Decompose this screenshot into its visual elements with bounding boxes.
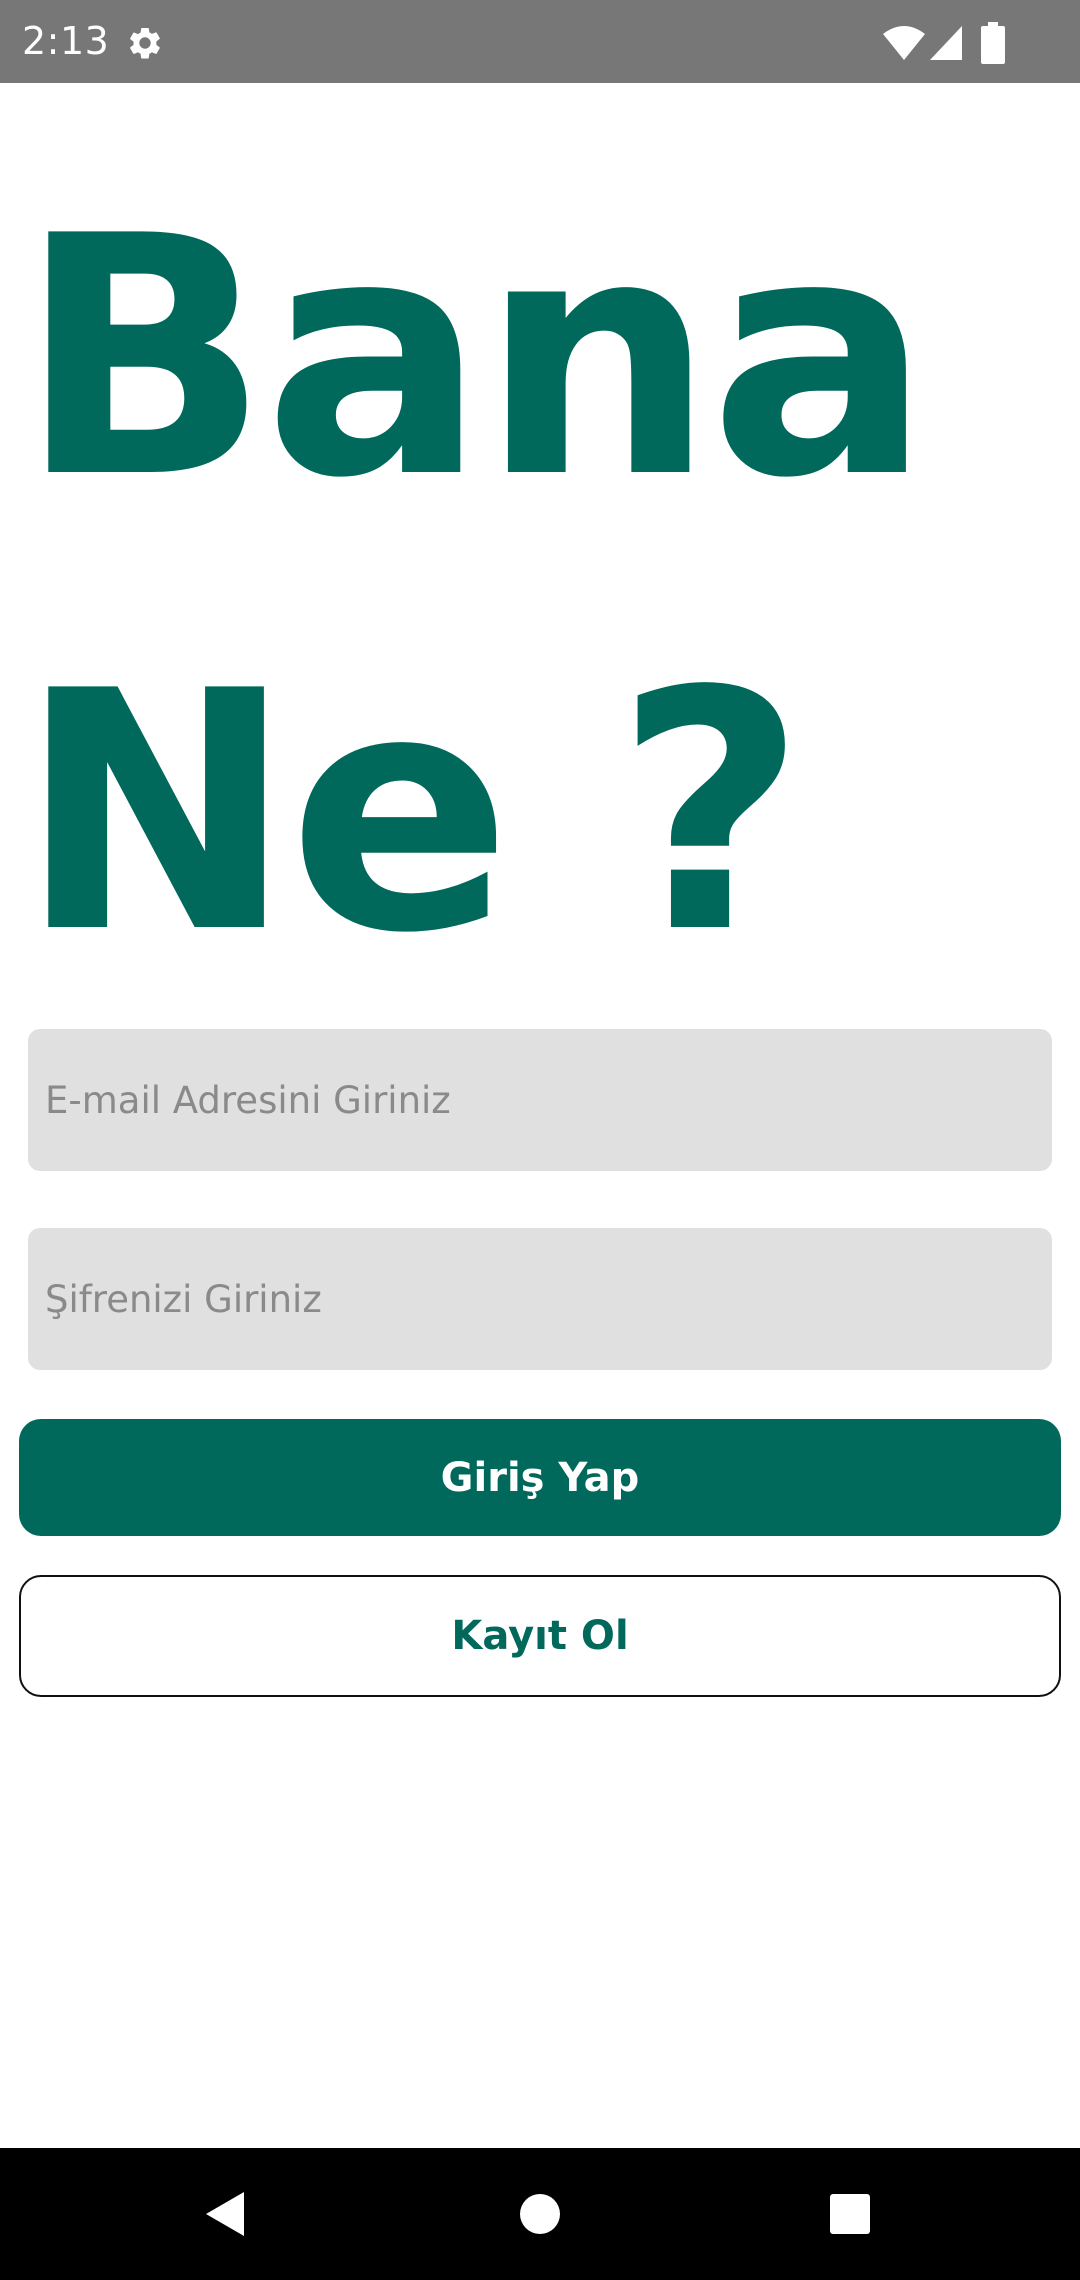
status-time: 2:13 [22,19,110,63]
register-button[interactable]: Kayıt Ol [19,1575,1061,1697]
battery-icon [981,22,1005,64]
home-icon[interactable] [519,2193,561,2235]
navigation-bar [0,2148,1080,2280]
app-title-line-1: Bana [18,166,932,550]
recents-icon[interactable] [829,2193,871,2235]
signal-icon [930,26,962,60]
email-input[interactable] [28,1029,1052,1171]
gear-icon [130,27,160,59]
password-input[interactable] [28,1228,1052,1370]
wifi-icon [883,26,925,60]
back-icon[interactable] [204,2190,246,2238]
login-button[interactable]: Giriş Yap [19,1419,1061,1536]
status-bar: 2:13 [0,0,1080,83]
app-title-line-2: Ne ? [18,621,806,1005]
